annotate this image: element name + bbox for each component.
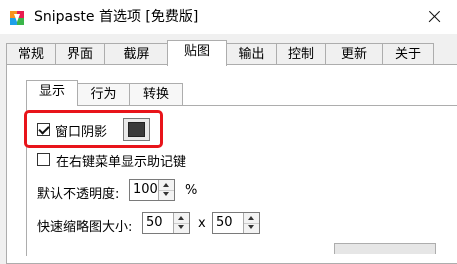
opacity-down-icon[interactable]	[159, 190, 174, 200]
opacity-stepper[interactable]	[158, 180, 174, 200]
main-tab-bar: 常规 界面 截屏 贴图 输出 控制 更新 关于	[0, 40, 457, 66]
window-title: Snipaste 首选项 [免费版]	[34, 9, 199, 25]
title-bar: Snipaste 首选项 [免费版]	[0, 0, 457, 34]
thumbnail-height-stepper[interactable]	[243, 213, 259, 233]
opacity-spinbox[interactable]: 100	[129, 179, 175, 201]
thumbnail-width-spinbox[interactable]: 50	[142, 212, 190, 234]
tab-paste[interactable]: 贴图	[167, 40, 227, 66]
snipaste-logo-icon	[10, 11, 24, 25]
mnemonic-label: 在右键菜单显示助记键	[56, 155, 187, 170]
close-button[interactable]	[411, 0, 457, 34]
tab-about[interactable]: 关于	[382, 43, 434, 65]
highlight-annotation	[24, 110, 163, 148]
opacity-value: 100	[133, 182, 158, 197]
subtab-behavior[interactable]: 行为	[77, 83, 130, 105]
tab-general[interactable]: 常规	[6, 43, 56, 65]
thumbnail-height-value: 50	[216, 215, 233, 230]
tab-control[interactable]: 控制	[276, 43, 326, 65]
thumbnail-separator: x	[198, 216, 206, 231]
thumbnail-height-spinbox[interactable]: 50	[212, 212, 260, 234]
thumbnail-width-value: 50	[146, 215, 163, 230]
subtab-transform[interactable]: 转换	[129, 83, 183, 105]
opacity-label: 默认不透明度:	[37, 187, 120, 202]
thumbnail-size-label: 快速缩略图大小:	[37, 220, 133, 235]
mnemonic-checkbox[interactable]	[37, 153, 50, 166]
opacity-unit: %	[185, 183, 198, 198]
tab-interface[interactable]: 界面	[55, 43, 105, 65]
tab-output[interactable]: 输出	[226, 43, 277, 65]
tab-capture[interactable]: 截屏	[104, 43, 169, 65]
subtab-display[interactable]: 显示	[26, 80, 78, 106]
thumbnail-width-down-icon[interactable]	[174, 223, 189, 233]
thumbnail-width-stepper[interactable]	[173, 213, 189, 233]
thumbnail-height-down-icon[interactable]	[244, 223, 259, 233]
tab-update[interactable]: 更新	[325, 43, 383, 65]
partial-button[interactable]	[334, 243, 436, 254]
